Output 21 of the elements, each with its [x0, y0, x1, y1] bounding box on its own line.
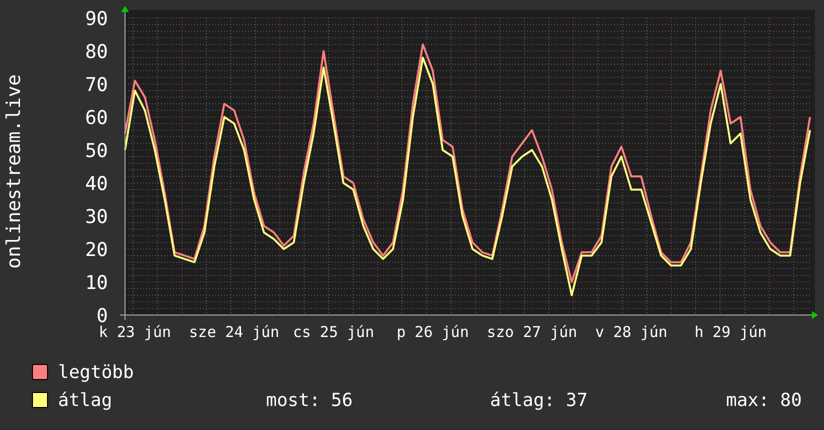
y-tick-label: 90 — [85, 8, 108, 30]
y-tick-label: 70 — [85, 74, 108, 96]
stat-value: max: 80 — [726, 390, 802, 410]
x-tick-label: szo 27 jún — [486, 323, 578, 341]
y-tick-label: 60 — [85, 107, 108, 129]
stat-value: most: 56 — [266, 390, 354, 410]
y-tick-label: 10 — [85, 272, 108, 294]
y-tick-label: 40 — [85, 173, 108, 195]
x-tick-label: sze 24 jún — [189, 323, 280, 341]
y-axis-label: onlinestream.live — [3, 74, 25, 269]
x-tick-label: cs 25 jún — [292, 323, 374, 341]
y-tick-label: 20 — [85, 239, 108, 261]
legend-label: átlag — [58, 390, 114, 410]
y-tick-label: 30 — [85, 206, 108, 228]
x-tick-label: h 29 jún — [694, 323, 767, 341]
legend-label: legtöbb — [58, 362, 135, 382]
x-tick-label: v 28 jún — [595, 323, 668, 341]
y-tick-label: 50 — [85, 140, 108, 162]
stat-value: átlag: 37 — [490, 390, 589, 410]
x-tick-label: p 26 jún — [396, 323, 469, 341]
y-tick-label: 80 — [85, 41, 108, 63]
